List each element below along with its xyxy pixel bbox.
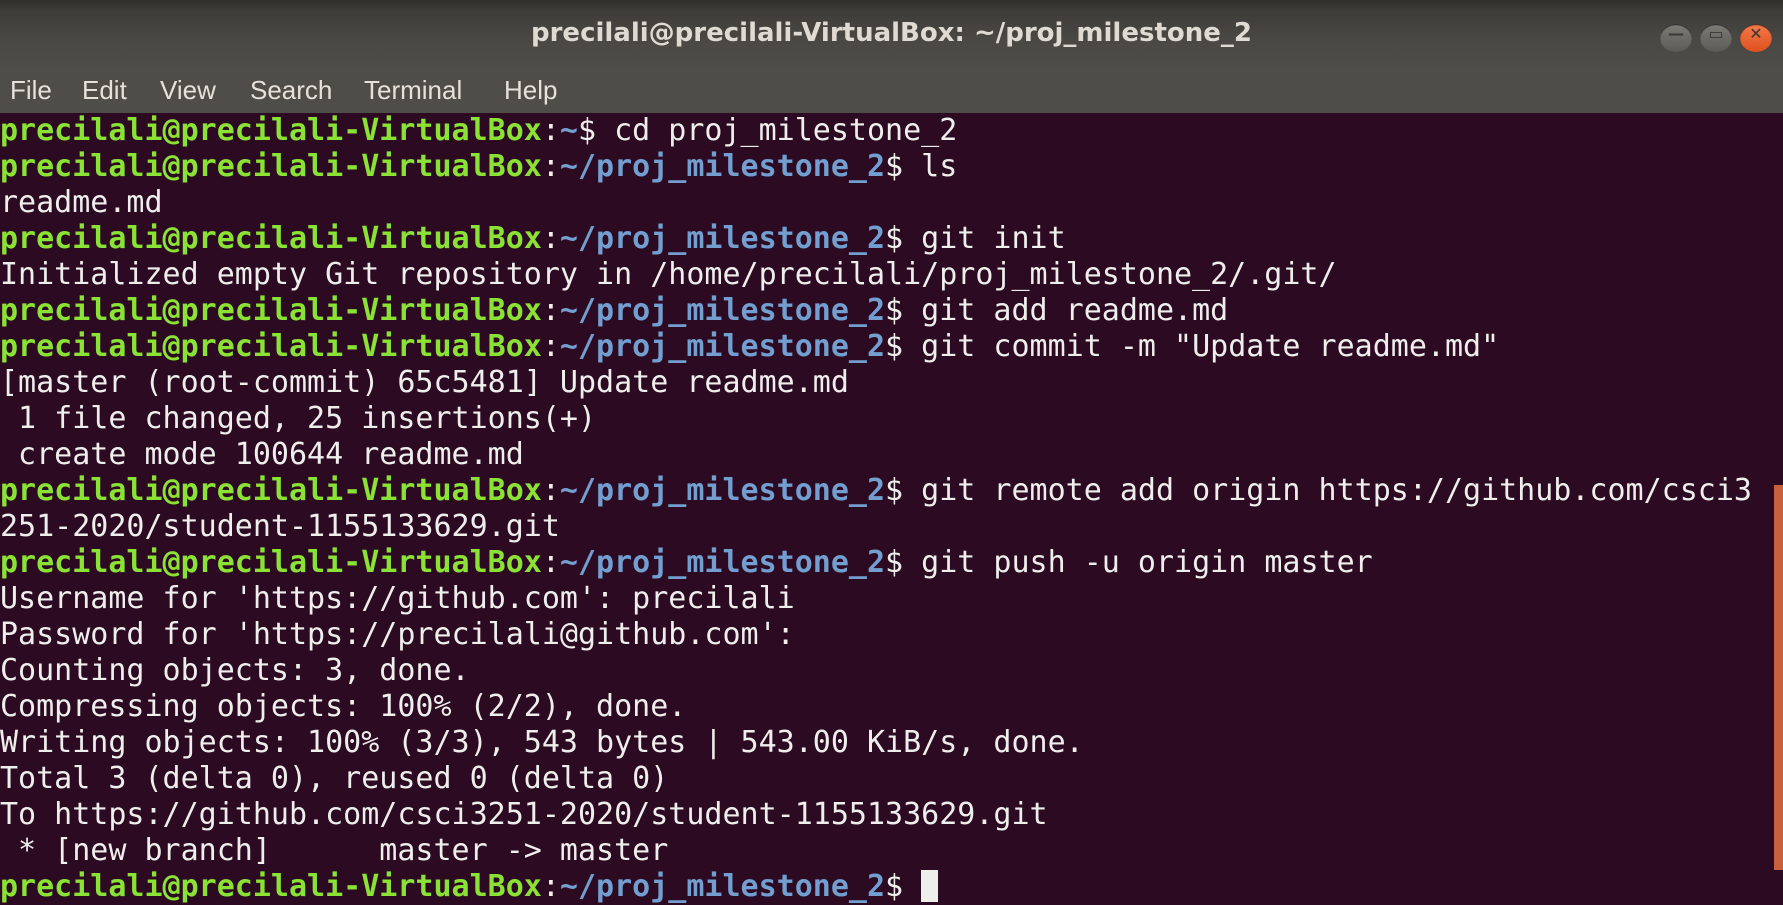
output-line: Writing objects: 100% (3/3), 543 bytes |… — [0, 725, 1084, 760]
command-text: git add readme.md — [921, 293, 1229, 328]
menu-view[interactable]: View — [160, 75, 216, 106]
prompt-symbol: $ — [577, 113, 615, 148]
output-line: 1 file changed, 25 insertions(+) — [0, 401, 597, 436]
prompt-user: precilali@precilali-VirtualBox — [0, 113, 542, 148]
prompt-separator: : — [541, 293, 560, 328]
prompt-separator: : — [541, 113, 560, 148]
prompt-user: precilali@precilali-VirtualBox — [0, 329, 542, 364]
output-line: [master (root-commit) 65c5481] Update re… — [0, 365, 849, 400]
output-line: Password for 'https://precilali@github.c… — [0, 617, 795, 652]
output-line: readme.md — [0, 185, 163, 220]
prompt-user: precilali@precilali-VirtualBox — [0, 293, 542, 328]
prompt-line: precilali@precilali-VirtualBox:~/proj_mi… — [0, 329, 1770, 365]
output-line: Compressing objects: 100% (2/2), done. — [0, 689, 687, 724]
prompt-separator: : — [541, 221, 560, 256]
scrollbar[interactable] — [1774, 485, 1783, 870]
close-button[interactable]: ✕ — [1740, 24, 1772, 52]
menu-bar: File Edit View Search Terminal Help — [0, 68, 1783, 113]
prompt-line: precilali@precilali-VirtualBox:~/proj_mi… — [0, 473, 1770, 509]
output-line: To https://github.com/csci3251-2020/stud… — [0, 797, 1048, 832]
output-line: create mode 100644 readme.md — [0, 437, 524, 472]
minimize-icon: — — [1668, 24, 1684, 43]
title-bar: precilali@precilali-VirtualBox: ~/proj_m… — [0, 0, 1783, 68]
command-text: cd proj_milestone_2 — [614, 113, 958, 148]
prompt-path: ~/proj_milestone_2 — [559, 149, 886, 184]
close-icon: ✕ — [1749, 24, 1763, 43]
prompt-path: ~/proj_milestone_2 — [559, 473, 886, 508]
prompt-path: ~/proj_milestone_2 — [559, 869, 886, 904]
cursor — [921, 870, 939, 902]
maximize-button[interactable]: ▭ — [1700, 24, 1732, 52]
prompt-symbol: $ — [885, 545, 922, 580]
prompt-path: ~/proj_milestone_2 — [559, 545, 886, 580]
prompt-line: precilali@precilali-VirtualBox:~$ cd pro… — [0, 113, 1770, 149]
prompt-symbol: $ — [885, 221, 922, 256]
terminal-output[interactable]: precilali@precilali-VirtualBox:~$ cd pro… — [0, 113, 1770, 905]
prompt-user: precilali@precilali-VirtualBox — [0, 545, 542, 580]
command-text: git commit -m "Update readme.md" — [921, 329, 1500, 364]
menu-search[interactable]: Search — [250, 75, 332, 106]
prompt-line: precilali@precilali-VirtualBox:~/proj_mi… — [0, 869, 1770, 905]
output-line: * [new branch] master -> master — [0, 833, 669, 868]
prompt-user: precilali@precilali-VirtualBox — [0, 221, 542, 256]
command-text: git remote add origin https://github.com… — [921, 473, 1752, 508]
output-line: Counting objects: 3, done. — [0, 653, 470, 688]
prompt-separator: : — [541, 869, 560, 904]
menu-edit[interactable]: Edit — [82, 75, 127, 106]
menu-help[interactable]: Help — [504, 75, 557, 106]
prompt-separator: : — [541, 473, 560, 508]
prompt-user: precilali@precilali-VirtualBox — [0, 473, 542, 508]
menu-terminal[interactable]: Terminal — [364, 75, 462, 106]
output-line: Initialized empty Git repository in /hom… — [0, 257, 1337, 292]
prompt-symbol: $ — [885, 329, 922, 364]
prompt-separator: : — [541, 329, 560, 364]
minimize-button[interactable]: — — [1660, 24, 1692, 52]
prompt-separator: : — [541, 545, 560, 580]
command-text: git init — [921, 221, 1066, 256]
prompt-symbol: $ — [885, 149, 922, 184]
maximize-icon: ▭ — [1708, 24, 1724, 43]
output-line: Total 3 (delta 0), reused 0 (delta 0) — [0, 761, 669, 796]
menu-file[interactable]: File — [10, 75, 52, 106]
prompt-line: precilali@precilali-VirtualBox:~/proj_mi… — [0, 293, 1770, 329]
prompt-line: precilali@precilali-VirtualBox:~/proj_mi… — [0, 221, 1770, 257]
prompt-user: precilali@precilali-VirtualBox — [0, 869, 542, 904]
prompt-symbol: $ — [885, 473, 922, 508]
prompt-user: precilali@precilali-VirtualBox — [0, 149, 542, 184]
prompt-line: precilali@precilali-VirtualBox:~/proj_mi… — [0, 149, 1770, 185]
prompt-symbol: $ — [885, 869, 922, 904]
prompt-separator: : — [541, 149, 560, 184]
prompt-path: ~/proj_milestone_2 — [559, 329, 886, 364]
prompt-path: ~ — [559, 113, 578, 148]
prompt-path: ~/proj_milestone_2 — [559, 293, 886, 328]
prompt-line: precilali@precilali-VirtualBox:~/proj_mi… — [0, 545, 1770, 581]
prompt-symbol: $ — [885, 293, 922, 328]
prompt-path: ~/proj_milestone_2 — [559, 221, 886, 256]
window-title: precilali@precilali-VirtualBox: ~/proj_m… — [531, 18, 1252, 48]
command-text: ls — [921, 149, 958, 184]
command-text: git push -u origin master — [921, 545, 1373, 580]
output-line: Username for 'https://github.com': preci… — [0, 581, 795, 616]
output-line: 251-2020/student-1155133629.git — [0, 509, 560, 544]
